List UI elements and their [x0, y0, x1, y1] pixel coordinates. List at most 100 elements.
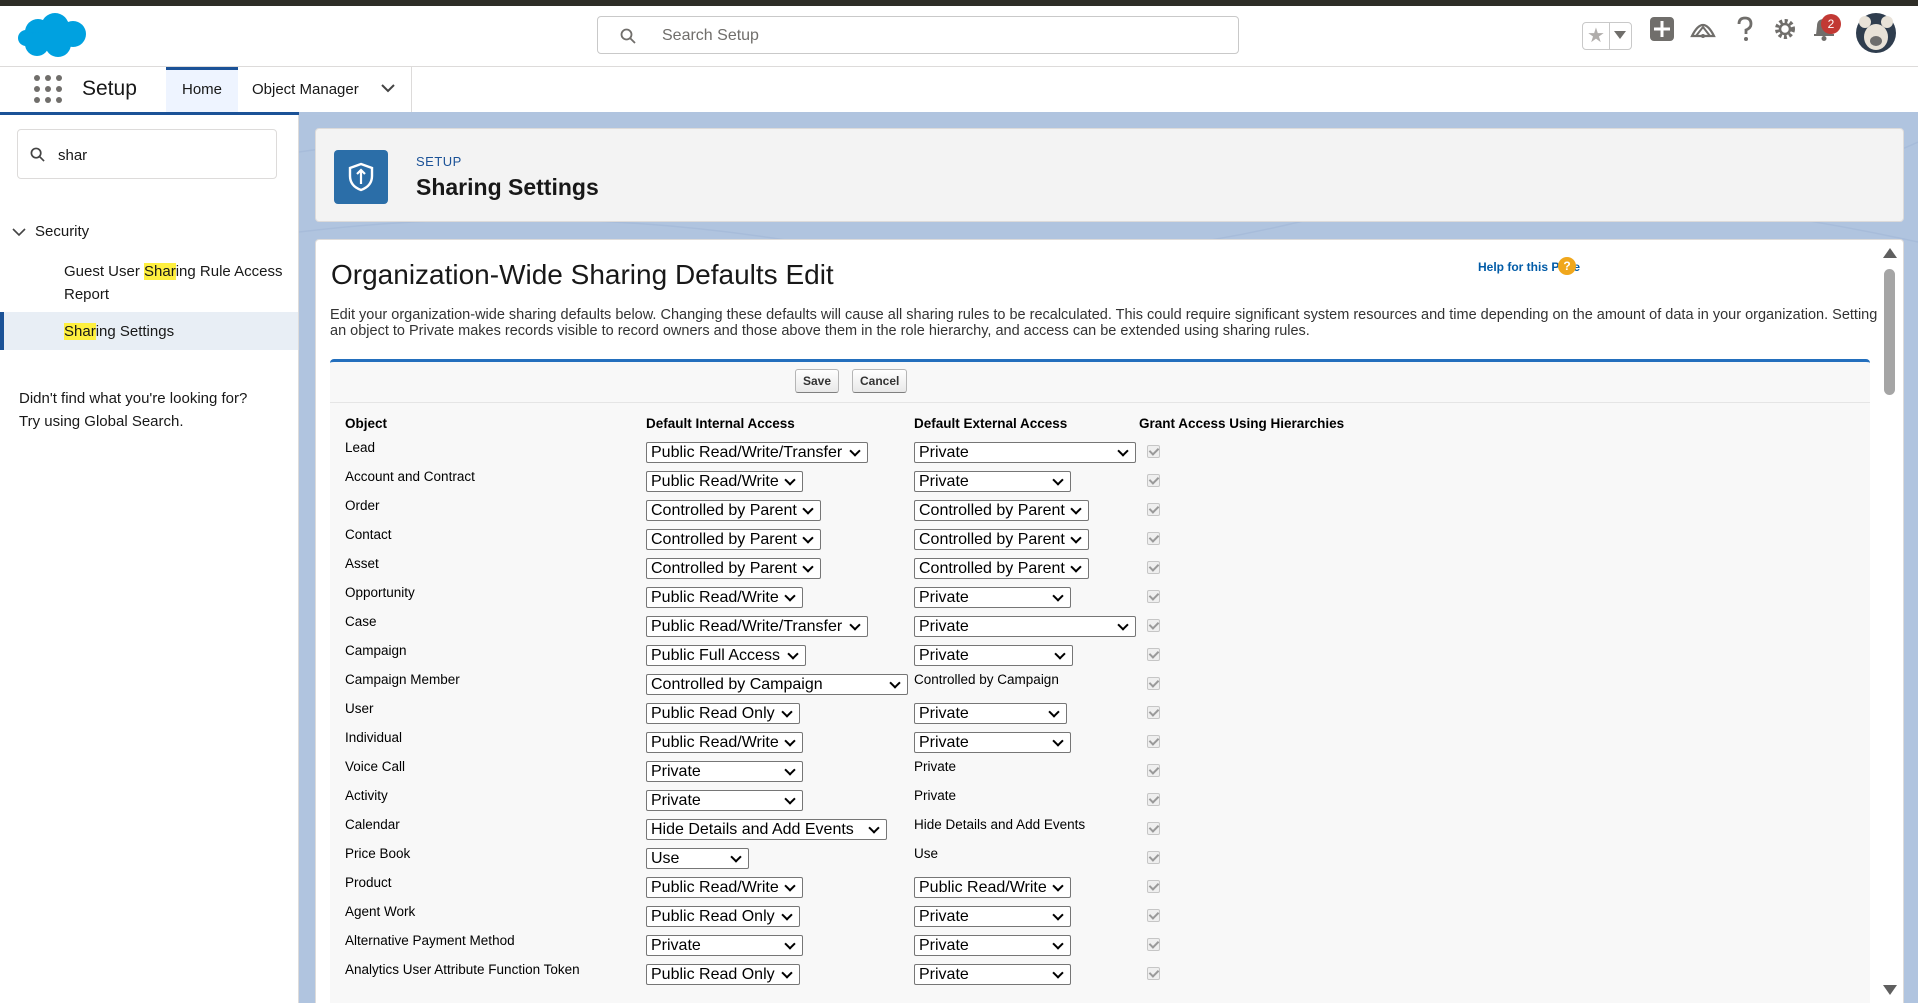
not-found-text: Didn't find what you're looking for?	[19, 390, 248, 407]
tab-home[interactable]: Home	[166, 67, 238, 112]
notification-badge: 2	[1821, 14, 1841, 34]
help-icon[interactable]	[1734, 16, 1756, 47]
grant-hierarchy-checkbox[interactable]	[1147, 909, 1160, 922]
star-icon[interactable]: ★	[1587, 25, 1605, 47]
chevron-down-icon[interactable]	[12, 227, 26, 237]
internal-access-select[interactable]: Private	[646, 935, 803, 956]
internal-access-select[interactable]: Controlled by Parent	[646, 529, 821, 550]
favorites-group[interactable]: ★	[1582, 22, 1632, 50]
grant-hierarchy-checkbox[interactable]	[1147, 503, 1160, 516]
external-access-select[interactable]: Controlled by Parent	[914, 529, 1089, 550]
internal-access-select[interactable]: Public Read/Write	[646, 877, 803, 898]
external-access-select[interactable]: Private	[914, 442, 1136, 463]
column-header-internal-access: Default Internal Access	[646, 416, 795, 431]
object-name: Agent Work	[345, 904, 416, 919]
global-search-box[interactable]	[597, 16, 1239, 54]
app-name: Setup	[82, 77, 137, 100]
internal-access-select[interactable]: Public Read/Write/Transfer	[646, 442, 868, 463]
internal-access-select[interactable]: Hide Details and Add Events	[646, 819, 887, 840]
external-access-select[interactable]: Controlled by Parent	[914, 500, 1089, 521]
external-access-text: Hide Details and Add Events	[914, 817, 1086, 832]
internal-access-select[interactable]: Public Read/Write/Transfer	[646, 616, 868, 637]
external-access-select[interactable]: Private	[914, 732, 1071, 753]
not-found-hint: Didn't find what you're looking for? Try…	[19, 387, 247, 433]
search-icon	[30, 147, 45, 162]
item-text: ing Settings	[95, 323, 175, 340]
external-access-select[interactable]: Private	[914, 964, 1071, 985]
external-access-select[interactable]: Controlled by Parent	[914, 558, 1089, 579]
grant-hierarchy-checkbox[interactable]	[1147, 938, 1160, 951]
internal-access-select[interactable]: Public Read Only	[646, 906, 800, 927]
internal-access-select[interactable]: Controlled by Parent	[646, 500, 821, 521]
quick-find-input[interactable]	[56, 142, 260, 168]
grant-hierarchy-checkbox[interactable]	[1147, 445, 1160, 458]
app-launcher-icon[interactable]	[34, 75, 62, 103]
page-eyebrow: SETUP	[416, 154, 462, 169]
grant-hierarchy-checkbox[interactable]	[1147, 619, 1160, 632]
help-icon[interactable]: ?	[1558, 257, 1576, 275]
grant-hierarchy-checkbox[interactable]	[1147, 677, 1160, 690]
internal-access-select[interactable]: Public Read/Write	[646, 587, 803, 608]
external-access-select[interactable]: Public Read/Write	[914, 877, 1071, 898]
global-search-hint[interactable]: Try using Global Search.	[19, 410, 247, 433]
object-name: Contact	[345, 527, 392, 542]
internal-access-select[interactable]: Controlled by Parent	[646, 558, 821, 579]
grant-hierarchy-checkbox[interactable]	[1147, 851, 1160, 864]
quick-find-box[interactable]	[17, 129, 277, 179]
internal-access-select[interactable]: Private	[646, 761, 803, 782]
external-access-select[interactable]: Private	[914, 587, 1071, 608]
object-name: Opportunity	[345, 585, 415, 600]
grant-hierarchy-checkbox[interactable]	[1147, 967, 1160, 980]
external-access-select[interactable]: Private	[914, 616, 1136, 637]
gear-icon[interactable]	[1772, 16, 1798, 47]
external-access-text: Private	[914, 788, 957, 803]
internal-access-select[interactable]: Public Read/Write	[646, 471, 803, 492]
object-name: Alternative Payment Method	[345, 933, 515, 948]
scrollbar[interactable]	[1873, 240, 1903, 1003]
external-access-select[interactable]: Private	[914, 906, 1071, 927]
avatar[interactable]	[1855, 12, 1897, 59]
global-actions-icon[interactable]	[1649, 16, 1675, 47]
scroll-up-arrow[interactable]	[1883, 248, 1897, 258]
grant-hierarchy-checkbox[interactable]	[1147, 793, 1160, 806]
external-access-select[interactable]: Private	[914, 935, 1071, 956]
external-access-text: Use	[914, 846, 939, 861]
cancel-button[interactable]: Cancel	[852, 369, 908, 393]
global-header: ★ 2	[0, 6, 1918, 67]
external-access-select[interactable]: Private	[914, 703, 1067, 724]
sidebar-item-guest-user-sharing-report[interactable]: Guest User Sharing Rule Access Report	[64, 260, 294, 306]
favorites-dropdown-icon[interactable]	[1614, 31, 1626, 39]
grant-hierarchy-checkbox[interactable]	[1147, 764, 1160, 777]
page-header: SETUP Sharing Settings	[315, 128, 1904, 222]
salesforce-logo[interactable]	[18, 12, 88, 65]
chevron-down-icon[interactable]	[381, 83, 395, 93]
sidebar-item-sharing-settings[interactable]: Sharing Settings	[64, 320, 174, 343]
internal-access-select[interactable]: Controlled by Campaign	[646, 674, 908, 695]
object-name: Product	[345, 875, 392, 890]
grant-hierarchy-checkbox[interactable]	[1147, 706, 1160, 719]
grant-hierarchy-checkbox[interactable]	[1147, 532, 1160, 545]
item-text: Guest User	[64, 263, 145, 280]
tab-object-manager[interactable]: Object Manager	[238, 67, 412, 112]
external-access-select[interactable]: Private	[914, 471, 1071, 492]
trailhead-icon[interactable]	[1690, 16, 1716, 47]
grant-hierarchy-checkbox[interactable]	[1147, 561, 1160, 574]
internal-access-select[interactable]: Public Read Only	[646, 703, 800, 724]
grant-hierarchy-checkbox[interactable]	[1147, 648, 1160, 661]
save-button[interactable]: Save	[795, 369, 840, 393]
internal-access-select[interactable]: Public Read Only	[646, 964, 800, 985]
external-access-select[interactable]: Private	[914, 645, 1073, 666]
scroll-thumb[interactable]	[1884, 269, 1895, 395]
global-search-input[interactable]	[660, 23, 1224, 49]
scroll-down-arrow[interactable]	[1883, 985, 1897, 995]
internal-access-select[interactable]: Public Read/Write	[646, 732, 803, 753]
grant-hierarchy-checkbox[interactable]	[1147, 735, 1160, 748]
grant-hierarchy-checkbox[interactable]	[1147, 880, 1160, 893]
internal-access-select[interactable]: Use	[646, 848, 749, 869]
internal-access-select[interactable]: Public Full Access	[646, 645, 806, 666]
sharing-settings-icon	[334, 150, 388, 204]
grant-hierarchy-checkbox[interactable]	[1147, 474, 1160, 487]
internal-access-select[interactable]: Private	[646, 790, 803, 811]
grant-hierarchy-checkbox[interactable]	[1147, 590, 1160, 603]
grant-hierarchy-checkbox[interactable]	[1147, 822, 1160, 835]
